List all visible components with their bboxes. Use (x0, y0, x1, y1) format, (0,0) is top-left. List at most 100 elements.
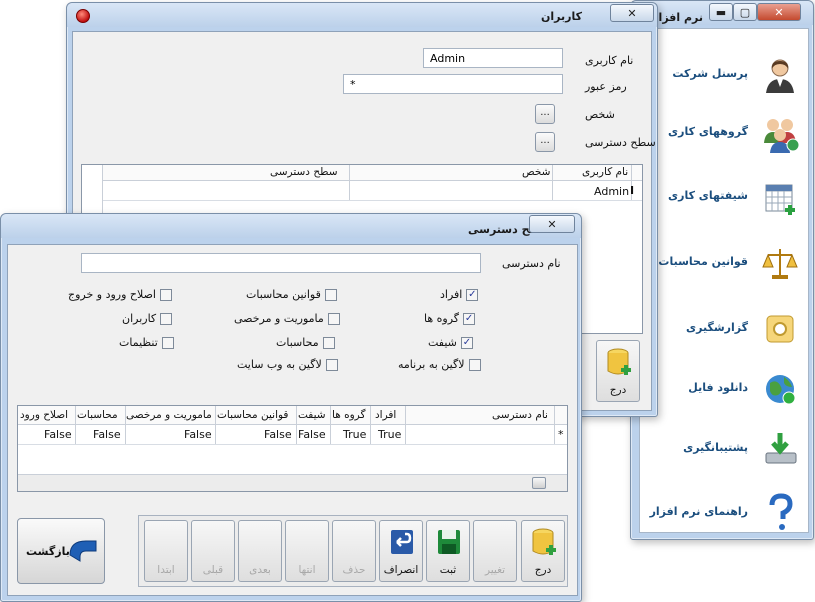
access-cell[interactable]: False (298, 428, 326, 441)
main-maximize-button[interactable]: ▢ (733, 3, 757, 21)
users-col-header[interactable]: سطح دسترسی (270, 166, 338, 178)
users-close-button[interactable]: ✕ (610, 4, 654, 22)
check-mark-icon: ✓ (463, 312, 476, 325)
database-add-icon (607, 348, 631, 375)
globe-icon (766, 375, 796, 405)
back-arrow-icon (69, 540, 97, 562)
users-col-header[interactable]: شخص (522, 166, 550, 178)
checkbox-calculations[interactable]: محاسبات (276, 336, 335, 349)
back-button[interactable]: بازگشت (17, 518, 105, 584)
person-icon (766, 59, 794, 93)
users-cell-username[interactable]: Admin (594, 185, 629, 198)
checkbox-empty-icon (327, 312, 340, 325)
checkbox-app-login[interactable]: لاگین به برنامه (398, 358, 481, 371)
prev-label: قبلی (202, 564, 224, 576)
sidebar-item-shifts[interactable]: شیفتهای کاری (658, 173, 808, 223)
last-button[interactable]: انتها (285, 520, 329, 582)
report-icon (766, 315, 794, 343)
users-col-header[interactable]: نام کاربری (582, 166, 628, 178)
access-cell[interactable]: False (93, 428, 121, 441)
check-mark-icon: ✓ (466, 288, 479, 301)
checkbox-web-login[interactable]: لاگین به وب سایت (237, 358, 338, 371)
scales-icon (762, 249, 798, 279)
edit-label: تغییر (484, 564, 506, 576)
main-minimize-button[interactable]: ▬ (709, 3, 733, 21)
delete-label: حذف (342, 564, 366, 576)
insert-button[interactable]: درج (521, 520, 565, 582)
access-browse-button[interactable]: ... (535, 132, 555, 152)
checkbox-empty-icon (325, 358, 338, 371)
sidebar-item-backup[interactable]: پشتیبانگیری (658, 425, 808, 475)
prev-button[interactable]: قبلی (191, 520, 235, 582)
sidebar-item-help[interactable]: راهنمای نرم افزار (650, 489, 808, 539)
password-input[interactable] (343, 74, 563, 94)
sidebar-item-download[interactable]: دانلود فایل (658, 365, 808, 415)
undo-icon (391, 530, 413, 554)
access-col-header[interactable]: شیفت (298, 409, 326, 421)
checkbox-calc-rules[interactable]: قوانین محاسبات (246, 288, 337, 301)
access-name-input[interactable] (81, 253, 481, 273)
app-icon (76, 9, 90, 23)
sidebar-item-reports[interactable]: گزارشگیری (658, 305, 808, 355)
sidebar-item-label: پرسنل شرکت (672, 67, 748, 80)
access-col-header[interactable]: گروه ها (332, 409, 365, 421)
sidebar-item-label: پشتیبانگیری (683, 441, 748, 454)
access-name-label: نام دسترسی (502, 257, 561, 270)
help-icon (769, 493, 793, 530)
checkbox-shift[interactable]: شیفت ✓ (428, 336, 473, 349)
sidebar-item-label: راهنمای نرم افزار (649, 505, 748, 518)
floppy-save-icon (438, 530, 460, 554)
first-button[interactable]: ابتدا (144, 520, 188, 582)
sidebar-item-label: شیفتهای کاری (668, 189, 748, 202)
cancel-button[interactable]: انصراف (379, 520, 423, 582)
access-cell[interactable]: False (184, 428, 212, 441)
next-button[interactable]: بعدی (238, 520, 282, 582)
checkbox-empty-icon (322, 336, 335, 349)
checkbox-empty-icon (468, 358, 481, 371)
sidebar-item-groups[interactable]: گروههای کاری (658, 109, 808, 159)
database-add-icon (532, 528, 556, 555)
sidebar-item-personnel[interactable]: پرسنل شرکت (658, 51, 808, 101)
insert-label: درج (609, 384, 627, 396)
password-label: رمز عبور (585, 80, 627, 93)
access-cell[interactable]: False (264, 428, 292, 441)
checkbox-empty-icon (161, 336, 174, 349)
access-grid[interactable]: نام دسترسی افراد گروه ها شیفت قوانین محا… (17, 405, 568, 492)
save-label: ثبت (439, 564, 457, 576)
person-browse-button[interactable]: ... (535, 104, 555, 124)
access-cell[interactable]: True (343, 428, 366, 441)
users-insert-button[interactable]: درج (596, 340, 640, 402)
checkbox-groups[interactable]: گروه ها ✓ (424, 312, 476, 325)
access-cell[interactable]: False (44, 428, 72, 441)
access-cell[interactable]: True (378, 428, 401, 441)
access-col-header[interactable]: نام دسترسی (492, 409, 548, 421)
checkbox-mission-leave[interactable]: ماموریت و مرخصی (234, 312, 340, 325)
group-icon (764, 119, 800, 153)
scrollbar-thumb[interactable] (532, 477, 546, 489)
checkbox-settings[interactable]: تنظیمات (119, 336, 174, 349)
edit-button[interactable]: تغییر (473, 520, 517, 582)
checkbox-users[interactable]: کاربران (122, 312, 173, 325)
main-sidebar: پرسنل شرکت گروههای کاری شیفتهای کاری قوا… (639, 28, 809, 533)
access-col-header[interactable]: محاسبات (77, 409, 118, 421)
access-col-header[interactable]: ماموریت و مرخصی (126, 409, 212, 421)
delete-button[interactable]: حذف (332, 520, 376, 582)
access-close-button[interactable]: ✕ (529, 215, 575, 233)
access-col-header[interactable]: اصلاح ورود (20, 409, 68, 421)
checkbox-empty-icon (159, 288, 172, 301)
next-label: بعدی (249, 564, 271, 576)
access-client: نام دسترسی افراد ✓ گروه ها ✓ شیفت ✓ لاگی… (7, 244, 578, 596)
sidebar-item-rules[interactable]: قوانین محاسبات (658, 239, 808, 289)
horizontal-scrollbar[interactable] (18, 474, 567, 491)
access-col-header[interactable]: قوانین محاسبات (217, 409, 288, 421)
checkbox-persons[interactable]: افراد ✓ (440, 288, 479, 301)
users-window-title: کاربران (541, 10, 582, 23)
main-close-button[interactable]: ✕ (757, 3, 801, 21)
access-col-header[interactable]: افراد (375, 409, 396, 421)
username-input[interactable] (423, 48, 563, 68)
sidebar-item-label: گزارشگیری (686, 321, 748, 334)
checkbox-entry-exit-fix[interactable]: اصلاح ورود و خروج (68, 288, 172, 301)
backup-icon (765, 433, 797, 464)
check-mark-icon: ✓ (460, 336, 473, 349)
save-button[interactable]: ثبت (426, 520, 470, 582)
